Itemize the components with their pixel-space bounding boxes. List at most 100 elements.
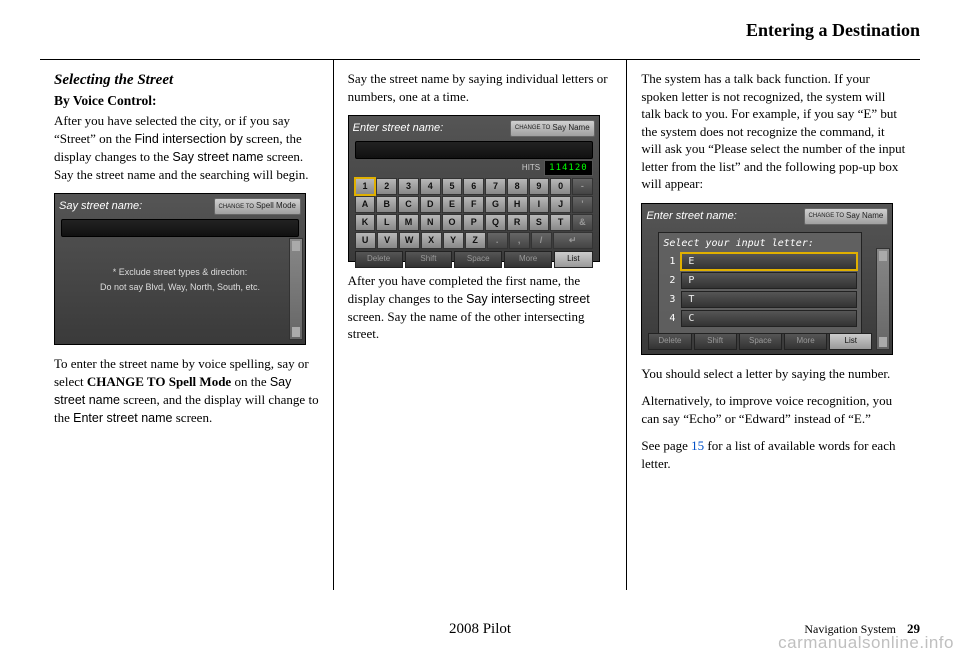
key-6[interactable]: 6 <box>463 178 484 195</box>
text: screen. <box>173 410 213 425</box>
scrollbar[interactable] <box>876 248 890 350</box>
spell-mode-button[interactable]: CHANGE TO Spell Mode <box>214 198 301 215</box>
text-columns: Selecting the Street By Voice Control: A… <box>40 60 920 590</box>
key-space[interactable]: Space <box>739 333 782 350</box>
say-name-button[interactable]: CHANGE TO Say Name <box>804 208 889 225</box>
key-d[interactable]: D <box>420 196 441 213</box>
key-list[interactable]: List <box>829 333 872 350</box>
option-number: 4 <box>663 312 675 326</box>
bold-term: CHANGE TO Spell Mode <box>87 374 231 389</box>
key-delete[interactable]: Delete <box>648 333 691 350</box>
key-list[interactable]: List <box>554 251 593 268</box>
key-z[interactable]: Z <box>465 232 486 249</box>
shot-instruction: * Exclude street types & direction: Do n… <box>55 265 305 294</box>
key-shift[interactable]: Shift <box>694 333 737 350</box>
key-4[interactable]: 4 <box>420 178 441 195</box>
key-w[interactable]: W <box>399 232 420 249</box>
key-slash[interactable]: / <box>531 232 552 249</box>
key-dot[interactable]: . <box>487 232 508 249</box>
key-enter[interactable]: ↵ <box>553 232 593 249</box>
chapter-title: Entering a Destination <box>40 20 920 41</box>
hits-value: 114120 <box>544 160 593 176</box>
watermark: carmanualsonline.info <box>778 633 954 653</box>
key-t[interactable]: T <box>550 214 571 231</box>
key-x[interactable]: X <box>421 232 442 249</box>
key-more[interactable]: More <box>784 333 827 350</box>
msg-line-1: * Exclude street types & direction: <box>55 265 305 279</box>
shot-title: Enter street name: <box>646 209 737 224</box>
key-u[interactable]: U <box>355 232 376 249</box>
key-2[interactable]: 2 <box>376 178 397 195</box>
key-v[interactable]: V <box>377 232 398 249</box>
key-comma[interactable]: , <box>509 232 530 249</box>
option-number: 2 <box>663 274 675 288</box>
mode-label: Say Name <box>846 211 883 222</box>
key-e[interactable]: E <box>442 196 463 213</box>
key-7[interactable]: 7 <box>485 178 506 195</box>
key-g[interactable]: G <box>485 196 506 213</box>
key-o[interactable]: O <box>442 214 463 231</box>
option-e[interactable]: E <box>681 253 857 270</box>
col3-para1: The system has a talk back function. If … <box>641 70 906 193</box>
key-a[interactable]: A <box>355 196 376 213</box>
key-s[interactable]: S <box>529 214 550 231</box>
key-dash[interactable]: - <box>572 178 593 195</box>
key-q[interactable]: Q <box>485 214 506 231</box>
key-9[interactable]: 9 <box>529 178 550 195</box>
key-5[interactable]: 5 <box>442 178 463 195</box>
key-n[interactable]: N <box>420 214 441 231</box>
key-p[interactable]: P <box>463 214 484 231</box>
key-0[interactable]: 0 <box>550 178 571 195</box>
key-space[interactable]: Space <box>454 251 502 268</box>
key-c[interactable]: C <box>398 196 419 213</box>
key-shift[interactable]: Shift <box>405 251 453 268</box>
key-3[interactable]: 3 <box>398 178 419 195</box>
popup-title: Select your input letter: <box>663 237 857 251</box>
key-8[interactable]: 8 <box>507 178 528 195</box>
col3-para4: See page 15 for a list of available word… <box>641 437 906 472</box>
key-k[interactable]: K <box>355 214 376 231</box>
key-i[interactable]: I <box>529 196 550 213</box>
text: screen. Say the name of the other inters… <box>348 309 585 342</box>
scrollbar[interactable] <box>289 238 303 340</box>
screenshot-enter-street-keypad: Enter street name: CHANGE TO Say Name HI… <box>348 115 600 262</box>
subhead-voice-control: By Voice Control: <box>54 92 319 110</box>
screenshot-say-street-name: Say street name: CHANGE TO Spell Mode * … <box>54 193 306 345</box>
street-input-field[interactable] <box>355 141 593 159</box>
option-c[interactable]: C <box>681 310 857 327</box>
street-input-field[interactable] <box>61 219 299 237</box>
key-more[interactable]: More <box>504 251 552 268</box>
key-h[interactable]: H <box>507 196 528 213</box>
key-amp[interactable]: & <box>572 214 593 231</box>
shot-title: Say street name: <box>59 199 142 214</box>
hits-label: HITS <box>522 163 540 174</box>
key-delete[interactable]: Delete <box>355 251 403 268</box>
change-to-label: CHANGE TO <box>809 213 844 219</box>
key-b[interactable]: B <box>376 196 397 213</box>
msg-line-2: Do not say Blvd, Way, North, South, etc. <box>55 280 305 294</box>
page-link-15[interactable]: 15 <box>691 438 704 453</box>
option-number: 3 <box>663 293 675 307</box>
column-3: The system has a talk back function. If … <box>627 60 920 590</box>
option-p[interactable]: P <box>681 272 857 289</box>
key-l[interactable]: L <box>376 214 397 231</box>
ui-term: Say intersecting street <box>466 292 590 306</box>
key-f[interactable]: F <box>463 196 484 213</box>
ghost-function-row: Delete Shift Space More List <box>648 333 872 350</box>
key-apos[interactable]: ' <box>572 196 593 213</box>
key-1[interactable]: 1 <box>355 178 376 195</box>
key-j[interactable]: J <box>550 196 571 213</box>
key-m[interactable]: M <box>398 214 419 231</box>
option-t[interactable]: T <box>681 291 857 308</box>
input-letter-popup: Select your input letter: 1 E 2 P 3 T 4 <box>658 232 862 335</box>
key-r[interactable]: R <box>507 214 528 231</box>
key-y[interactable]: Y <box>443 232 464 249</box>
ui-term: Say street name <box>172 150 263 164</box>
screenshot-select-input-letter: Enter street name: CHANGE TO Say Name Se… <box>641 203 893 355</box>
change-to-label: CHANGE TO <box>219 204 254 210</box>
ui-term: Enter street name <box>73 411 172 425</box>
say-name-button[interactable]: CHANGE TO Say Name <box>510 120 595 137</box>
ui-term: Find intersection by <box>135 132 243 146</box>
mode-label: Spell Mode <box>256 201 296 212</box>
mode-label: Say Name <box>552 123 589 134</box>
